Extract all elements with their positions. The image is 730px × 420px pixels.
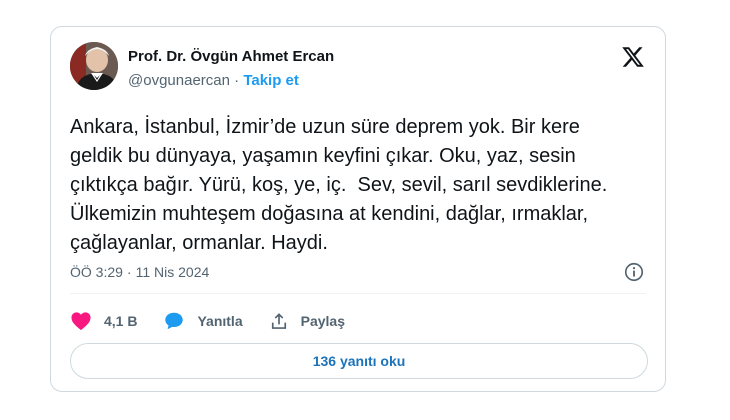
tweet-card: Prof. Dr. Övgün Ahmet Ercan @ovgunaercan…: [50, 26, 666, 392]
author-subline: @ovgunaercan · Takip et: [128, 72, 299, 89]
x-logo-icon[interactable]: [621, 45, 645, 69]
share-label: Paylaş: [300, 313, 345, 329]
tweet-date: 11 Nis 2024: [135, 264, 210, 280]
tweet-text: Ankara, İstanbul, İzmir’de uzun süre dep…: [70, 116, 608, 254]
share-button[interactable]: Paylaş: [269, 311, 345, 331]
divider: [70, 293, 646, 294]
speech-bubble-icon: [165, 312, 184, 330]
tweet-timestamp[interactable]: ÖÖ 3:29 · 11 Nis 2024: [70, 264, 209, 280]
share-icon: [271, 313, 286, 329]
heart-icon: [71, 312, 91, 331]
action-bar: 4,1 B Yanıtla Paylaş: [70, 309, 371, 333]
follow-button[interactable]: Takip et: [243, 72, 299, 89]
like-button[interactable]: 4,1 B: [70, 311, 137, 331]
info-icon[interactable]: [623, 261, 645, 283]
avatar[interactable]: [70, 42, 118, 90]
author-handle[interactable]: @ovgunaercan: [128, 72, 230, 89]
reply-button[interactable]: Yanıtla: [163, 310, 243, 332]
avatar-photo: [70, 42, 118, 90]
handle-separator: ·: [234, 72, 240, 89]
author-name[interactable]: Prof. Dr. Övgün Ahmet Ercan: [128, 48, 334, 65]
read-replies-button[interactable]: 136 yanıtı oku: [70, 343, 648, 379]
timestamp-separator: ·: [126, 264, 132, 280]
reply-label: Yanıtla: [197, 313, 243, 329]
like-count: 4,1 B: [104, 313, 138, 329]
tweet-time: ÖÖ 3:29: [70, 264, 123, 280]
